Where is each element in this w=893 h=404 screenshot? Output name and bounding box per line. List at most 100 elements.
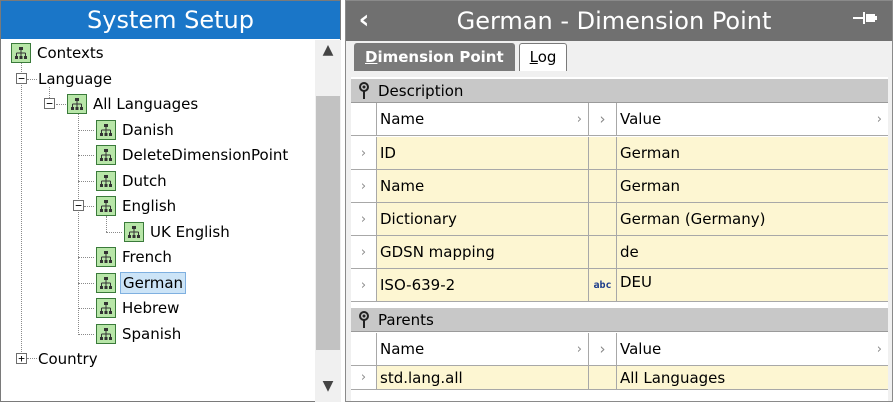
context-tree: Contexts − Language − All Languages Dani… xyxy=(1,40,315,402)
tree-node-label: UK English xyxy=(150,223,230,241)
hierarchy-icon xyxy=(124,222,144,242)
tab-log[interactable]: Log xyxy=(518,43,568,71)
column-arrow-icon: › xyxy=(876,111,882,127)
table-row[interactable]: › Dictionary German (Germany) xyxy=(351,203,888,236)
collapse-toggle[interactable]: − xyxy=(16,73,27,84)
column-arrow-icon: › xyxy=(599,340,606,358)
abc-type-icon: abc xyxy=(593,279,612,291)
column-header-type[interactable]: › xyxy=(589,333,617,365)
expand-toggle[interactable]: + xyxy=(16,353,27,364)
tree-connector xyxy=(78,113,79,333)
tree-connector xyxy=(78,155,94,156)
table-row[interactable]: › std.lang.all All Languages xyxy=(351,366,888,390)
table-row[interactable]: › ISO-639-2 abc DEU xyxy=(351,269,888,302)
tree-node-language[interactable]: Language xyxy=(36,68,114,90)
parents-column-header: Name › › Value › xyxy=(351,333,888,366)
pushpin-icon[interactable] xyxy=(358,82,370,100)
row-arrow-icon: › xyxy=(351,236,377,268)
attribute-type xyxy=(589,137,617,169)
row-arrow-icon: › xyxy=(351,203,377,235)
column-header-value[interactable]: Value › xyxy=(617,333,888,365)
column-header-value[interactable]: Value › xyxy=(617,103,888,135)
tree-node-country[interactable]: Country xyxy=(36,348,100,370)
parent-value[interactable]: All Languages xyxy=(617,366,888,389)
column-header-label: Name xyxy=(380,340,425,358)
attribute-value[interactable]: German (Germany) xyxy=(617,203,888,235)
row-header-cell xyxy=(351,103,377,135)
table-row[interactable]: › GDSN mapping de xyxy=(351,236,888,269)
column-header-label: Value xyxy=(620,110,662,128)
tree-node-hebrew[interactable]: Hebrew xyxy=(96,297,181,319)
scroll-up-arrow-icon[interactable]: ▲ xyxy=(315,42,341,62)
pin-icon[interactable] xyxy=(850,7,882,35)
table-row[interactable]: › Name German xyxy=(351,170,888,203)
tree-connector xyxy=(78,181,94,182)
tree-node-label: Contexts xyxy=(37,44,104,62)
tree-node-label-selected: German xyxy=(120,272,187,294)
collapse-toggle[interactable]: − xyxy=(44,98,55,109)
tree-connector xyxy=(21,62,22,358)
tree-node-all-languages[interactable]: All Languages xyxy=(67,93,200,115)
tree-node-label: All Languages xyxy=(93,95,199,113)
tree-node-spanish[interactable]: Spanish xyxy=(96,323,183,345)
tree-node-label: French xyxy=(122,248,172,266)
tree-connector xyxy=(106,216,107,232)
tree-node-danish[interactable]: Danish xyxy=(96,119,176,141)
editor-content: Description Name › › Value › › ID German ›… xyxy=(351,77,888,401)
tree-node-deletedimensionpoint[interactable]: DeleteDimensionPoint xyxy=(96,144,290,166)
tab-mnemonic: L xyxy=(529,48,538,66)
tree-node-uk-english[interactable]: UK English xyxy=(124,221,232,243)
row-arrow-icon: › xyxy=(351,366,377,389)
tree-connector xyxy=(84,206,94,207)
attribute-value[interactable]: DEU xyxy=(617,269,888,301)
description-group-header[interactable]: Description xyxy=(351,79,888,103)
tree-node-label: Spanish xyxy=(122,325,182,343)
column-header-type[interactable]: › xyxy=(589,103,617,135)
attribute-value[interactable]: German xyxy=(617,170,888,202)
tree-node-label: Danish xyxy=(122,121,174,139)
group-title: Parents xyxy=(378,311,434,329)
collapse-toggle[interactable]: − xyxy=(73,200,84,211)
back-button[interactable]: ‹ xyxy=(352,5,376,37)
table-row[interactable]: › ID German xyxy=(351,137,888,170)
attribute-name: Dictionary xyxy=(377,203,589,235)
row-arrow-icon: › xyxy=(351,137,377,169)
tree-node-label: Language xyxy=(38,70,113,88)
tab-label: imension Point xyxy=(377,48,504,66)
tree-node-german[interactable]: German xyxy=(96,272,187,294)
tree-connector xyxy=(78,308,94,309)
attribute-name: ID xyxy=(377,137,589,169)
scrollbar-thumb[interactable] xyxy=(316,96,340,350)
tree-node-english[interactable]: English xyxy=(96,195,178,217)
pushpin-icon[interactable] xyxy=(358,311,370,329)
tab-dimension-point[interactable]: Dimension Point xyxy=(354,43,515,71)
tree-node-label: Hebrew xyxy=(122,299,180,317)
tab-label: og xyxy=(537,48,557,66)
hierarchy-icon xyxy=(96,298,116,318)
attribute-value[interactable]: de xyxy=(617,236,888,268)
tree-node-contexts[interactable]: Contexts xyxy=(11,42,106,64)
column-arrow-icon: › xyxy=(576,111,582,127)
editor-title: German - Dimension Point xyxy=(456,7,772,35)
parents-group-header[interactable]: Parents xyxy=(351,308,888,332)
attribute-type xyxy=(589,203,617,235)
tab-mnemonic: D xyxy=(365,48,378,66)
attribute-type xyxy=(589,170,617,202)
tree-node-french[interactable]: French xyxy=(96,246,174,268)
column-header-name[interactable]: Name › xyxy=(377,103,589,135)
tree-connector xyxy=(78,334,94,335)
tree-node-label: DeleteDimensionPoint xyxy=(122,146,289,164)
tree-node-dutch[interactable]: Dutch xyxy=(96,170,169,192)
hierarchy-icon xyxy=(96,247,116,267)
column-header-name[interactable]: Name › xyxy=(377,333,589,365)
column-arrow-icon: › xyxy=(876,341,882,357)
tree-scrollbar[interactable]: ▲ ▼ xyxy=(315,40,341,402)
scroll-down-arrow-icon[interactable]: ▼ xyxy=(315,378,341,398)
tree-node-label: Country xyxy=(38,350,98,368)
hierarchy-icon xyxy=(96,120,116,140)
attribute-value[interactable]: German xyxy=(617,137,888,169)
parent-name: std.lang.all xyxy=(377,366,589,389)
hierarchy-icon xyxy=(96,145,116,165)
attribute-name: Name xyxy=(377,170,589,202)
group-title: Description xyxy=(378,82,464,100)
